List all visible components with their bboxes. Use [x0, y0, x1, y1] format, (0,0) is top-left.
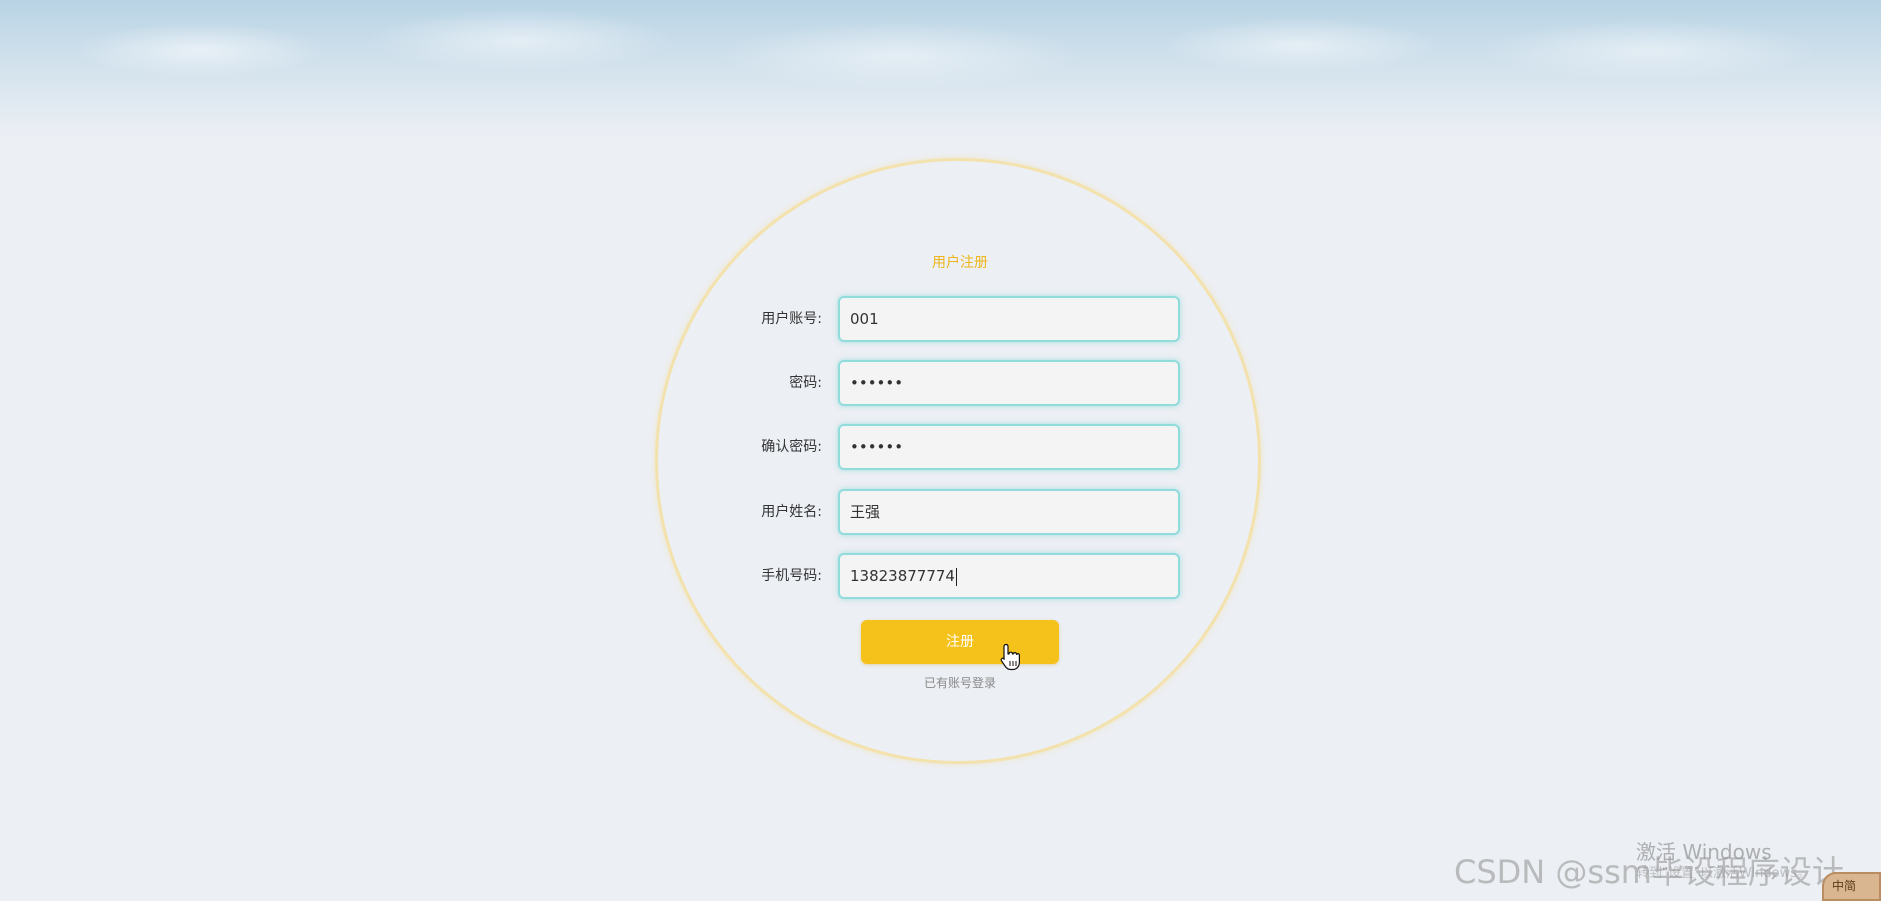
password-label: 密码: [789, 375, 822, 391]
fullname-row: 用户姓名: 王强 [700, 489, 1180, 535]
phone-value: 13823877774 [850, 567, 955, 585]
text-caret [955, 567, 957, 586]
phone-row: 手机号码: 13823877774 [700, 553, 1180, 599]
confirm-password-row: 确认密码: •••••• [700, 424, 1180, 470]
password-row: 密码: •••••• [700, 360, 1180, 406]
confirm-password-label: 确认密码: [761, 439, 822, 455]
username-input[interactable]: 001 [838, 296, 1180, 342]
phone-input[interactable]: 13823877774 [838, 553, 1180, 599]
username-label: 用户账号: [761, 311, 822, 327]
header-banner [0, 0, 1881, 140]
csdn-watermark: CSDN @ssm毕设程序设计 [1454, 853, 1844, 891]
fullname-input[interactable]: 王强 [838, 489, 1180, 535]
password-input[interactable]: •••••• [838, 360, 1180, 406]
confirm-password-input[interactable]: •••••• [838, 424, 1180, 470]
phone-label: 手机号码: [761, 568, 822, 584]
register-button[interactable]: 注册 [861, 620, 1059, 664]
login-link[interactable]: 已有账号登录 [860, 674, 1060, 691]
username-row: 用户账号: 001 [700, 296, 1180, 342]
form-title: 用户注册 [932, 255, 988, 271]
ime-indicator[interactable]: 中简 [1822, 872, 1881, 901]
fullname-label: 用户姓名: [761, 504, 822, 520]
hand-pointer-icon [1000, 643, 1020, 671]
